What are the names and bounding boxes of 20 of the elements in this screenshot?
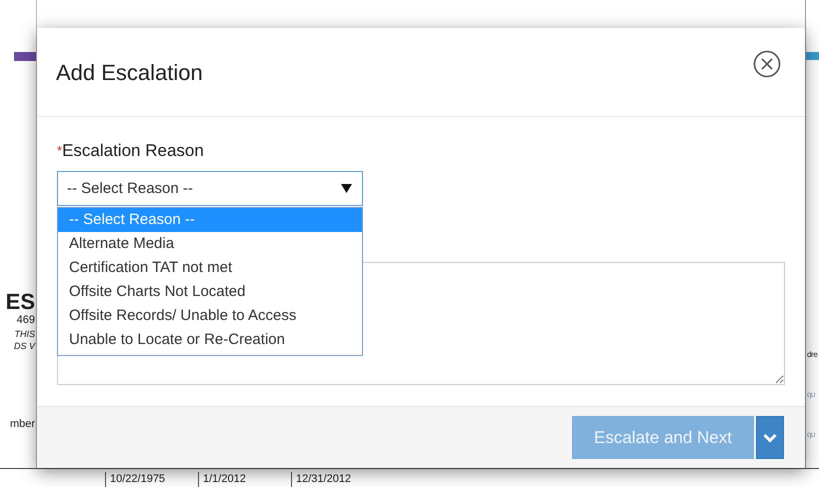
table-cell: 10/22/1975 [105,472,198,487]
table-cell: 12/31/2012 [291,472,384,487]
background-text: ES [6,289,36,314]
close-button[interactable] [753,50,781,78]
background-text: dre [806,349,818,361]
background-text: THIS [14,328,36,340]
background-text: qu [806,429,816,441]
background-text: DS V [14,341,36,352]
table-cell: 1/1/2012 [198,472,291,487]
header-bar [806,52,819,60]
caret-icon [763,432,777,442]
reason-select[interactable]: -- Select Reason -- [57,171,363,206]
header-bar [14,52,36,61]
dialog-title: Add Escalation [56,59,203,87]
split-dropdown-button[interactable] [756,416,784,459]
field-label: *Escalation Reason [57,141,205,161]
background-text: qu [806,389,816,401]
background-text: 469 [16,314,36,327]
dropdown-arrow-icon [341,184,352,193]
background-text: mber [10,418,36,430]
